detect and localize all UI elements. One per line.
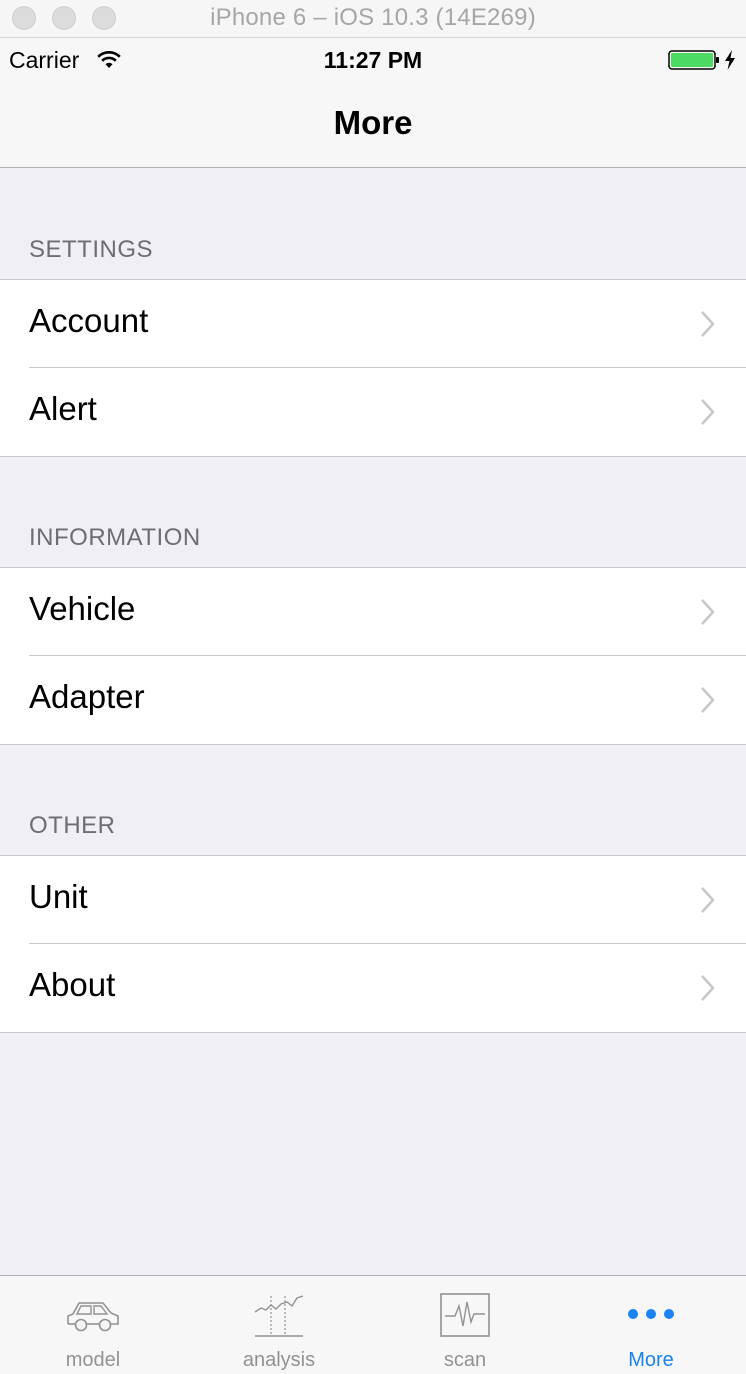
row-vehicle[interactable]: Vehicle: [0, 568, 746, 656]
tab-label: analysis: [242, 1349, 316, 1371]
screen: iPhone 6 – iOS 10.3 (14E269) Carrier 11:…: [0, 0, 746, 1374]
row-adapter[interactable]: Adapter: [0, 656, 746, 744]
battery-icon: [668, 50, 719, 70]
chevron-right-icon: [701, 687, 715, 713]
tab-label: More: [628, 1349, 674, 1371]
row-label: About: [29, 966, 116, 1003]
settings-group: Account Alert: [0, 279, 746, 457]
section-header-other: OTHER: [29, 812, 116, 839]
car-icon: [67, 1302, 119, 1332]
row-alert[interactable]: Alert: [0, 368, 746, 456]
other-group: Unit About: [0, 855, 746, 1033]
row-label: Vehicle: [29, 590, 136, 627]
section-header-information: INFORMATION: [29, 524, 201, 551]
simulator-title: iPhone 6 – iOS 10.3 (14E269): [210, 4, 536, 31]
charging-bolt-icon: [725, 50, 735, 70]
tab-label: model: [65, 1349, 121, 1371]
section-header-settings: SETTINGS: [29, 236, 154, 263]
tab-analysis[interactable]: analysis: [186, 1276, 372, 1374]
page-title: More: [333, 104, 413, 141]
status-time: 11:27 PM: [323, 47, 423, 73]
row-about[interactable]: About: [0, 944, 746, 1032]
tab-bar: model analysis scan More: [0, 1275, 746, 1374]
tab-model[interactable]: model: [0, 1276, 186, 1374]
information-group: Vehicle Adapter: [0, 567, 746, 745]
chevron-right-icon: [701, 599, 715, 625]
row-label: Account: [29, 302, 149, 339]
pulse-scan-icon: [440, 1293, 490, 1337]
row-label: Adapter: [29, 678, 145, 715]
tab-label: scan: [443, 1349, 487, 1371]
chevron-right-icon: [701, 311, 715, 337]
simulator-titlebar: iPhone 6 – iOS 10.3 (14E269): [0, 0, 746, 38]
analysis-chart-icon: [254, 1295, 304, 1337]
chevron-right-icon: [701, 399, 715, 425]
chevron-right-icon: [701, 887, 715, 913]
chevron-right-icon: [701, 975, 715, 1001]
tab-more[interactable]: More: [558, 1276, 744, 1374]
row-label: Unit: [29, 878, 88, 915]
more-dots-icon: [628, 1309, 674, 1319]
row-account[interactable]: Account: [0, 280, 746, 368]
status-bar: Carrier 11:27 PM: [0, 38, 746, 82]
row-unit[interactable]: Unit: [0, 856, 746, 944]
navigation-bar: More: [0, 82, 746, 168]
row-label: Alert: [29, 390, 97, 427]
tab-scan[interactable]: scan: [372, 1276, 558, 1374]
